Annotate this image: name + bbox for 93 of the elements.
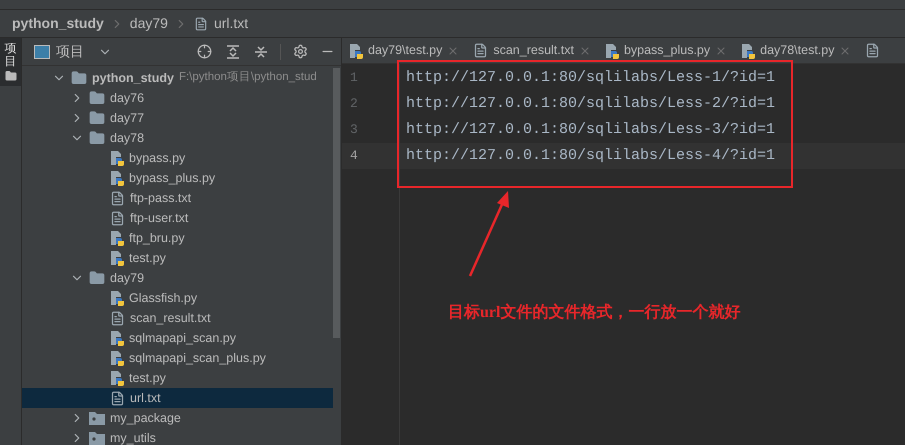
python-file-icon: [110, 370, 124, 386]
tree-item-label: day79: [110, 270, 144, 287]
tree-item[interactable]: ftp_bru.py: [22, 228, 333, 248]
code-line: http://127.0.0.1:80/sqlilabs/Less-1/?id=1: [406, 68, 776, 88]
line-number: 3: [350, 121, 358, 140]
python-file-icon: [110, 170, 124, 186]
breadcrumb-item[interactable]: day79: [130, 13, 168, 34]
tree-item-label: bypass.py: [129, 150, 186, 167]
tree-item-label: ftp_bru.py: [129, 230, 185, 247]
tree-item[interactable]: test.py: [22, 368, 333, 388]
tab-label: scan_result.txt: [493, 42, 574, 60]
tree-item-label: ftp-user.txt: [130, 210, 188, 227]
text-file-icon: [110, 310, 125, 326]
editor-tab[interactable]: scan_result.txt: [466, 38, 598, 63]
code-line: http://127.0.0.1:80/sqlilabs/Less-2/?id=1: [406, 94, 776, 114]
text-file-icon: [110, 390, 125, 406]
tree-item[interactable]: bypass_plus.py: [22, 168, 333, 188]
side-tab[interactable]: 项目: [0, 38, 21, 86]
editor-tab[interactable]: bypass_plus.py: [598, 38, 734, 63]
python-file-icon: [110, 290, 124, 306]
breadcrumb-item[interactable]: url.txt: [214, 13, 248, 34]
python-file-icon: [110, 330, 124, 346]
python-file-icon: [741, 42, 756, 58]
text-file-icon: [865, 43, 880, 58]
line-number: 2: [350, 95, 358, 114]
folder-icon: [89, 270, 105, 286]
tree-item[interactable]: Glassfish.py: [22, 288, 333, 308]
tree-item-label: ftp-pass.txt: [130, 190, 192, 207]
tree-item-label: url.txt: [130, 390, 161, 407]
breadcrumb-item[interactable]: python_study: [12, 13, 104, 34]
text-file-icon: [473, 43, 488, 58]
tree-item-label: python_study: [92, 70, 174, 87]
expand-all-icon[interactable]: [226, 44, 240, 58]
tree-item[interactable]: my_utils: [22, 428, 333, 445]
editor-tab[interactable]: day79\test.py: [342, 38, 466, 63]
text-file-icon: [194, 16, 208, 30]
tree-item[interactable]: day77: [22, 108, 333, 128]
tree-item-label: test.py: [129, 250, 166, 267]
tree-item[interactable]: scan_result.txt: [22, 308, 333, 328]
settings-icon[interactable]: [293, 44, 308, 59]
tree-item-label: my_package: [110, 410, 181, 427]
tree-item[interactable]: sqlmapapi_scan_plus.py: [22, 348, 333, 368]
folder-icon: [4, 70, 16, 82]
tree-item[interactable]: my_package: [22, 408, 333, 428]
tree-item[interactable]: day79: [22, 268, 333, 288]
tree-item-label: my_utils: [110, 430, 156, 445]
folder-icon: [89, 90, 105, 106]
panel-title: 项目: [56, 42, 84, 61]
tree-item[interactable]: bypass.py: [22, 148, 333, 168]
python-file-icon: [110, 230, 124, 246]
text-file-icon: [110, 210, 125, 226]
code-line: http://127.0.0.1:80/sqlilabs/Less-4/?id=1: [406, 146, 776, 166]
python-file-icon: [349, 42, 363, 58]
folder-icon: [89, 110, 105, 126]
tree-item-label: day77: [110, 110, 144, 127]
tab-label: day79\test.py: [368, 42, 442, 60]
tree-item[interactable]: sqlmapapi_scan.py: [22, 328, 333, 348]
side-tab-label: 项目: [4, 42, 16, 68]
tree-item[interactable]: test.py: [22, 248, 333, 268]
tree-item[interactable]: day76: [22, 88, 333, 108]
locate-icon[interactable]: [197, 44, 212, 59]
tree-item[interactable]: ftp-user.txt: [22, 208, 333, 228]
tree-item-label: Glassfish.py: [129, 290, 198, 307]
tree-item-label: sqlmapapi_scan_plus.py: [129, 350, 266, 367]
line-number: 4: [350, 147, 358, 166]
annotation-text: 目标url文件的文件格式，一行放一个就好: [448, 302, 740, 323]
tree-item-label: day78: [110, 130, 144, 147]
tree-item[interactable]: day78: [22, 128, 333, 148]
tree-item-label: test.py: [129, 370, 166, 387]
tree-item-label: bypass_plus.py: [129, 170, 216, 187]
python-file-icon: [604, 42, 619, 58]
package-folder-icon: [89, 411, 105, 425]
line-number: 1: [350, 69, 358, 88]
tab-label: bypass_plus.py: [624, 42, 710, 60]
panel-icon: [34, 44, 50, 58]
tree-item-label: day76: [110, 90, 144, 107]
scrollbar[interactable]: [333, 68, 340, 338]
python-file-icon: [110, 150, 124, 166]
tree-item[interactable]: ftp-pass.txt: [22, 188, 333, 208]
folder-icon: [71, 70, 87, 86]
tree-item[interactable]: python_study F:\python项目\python_stud: [22, 68, 333, 88]
folder-icon: [89, 130, 105, 146]
collapse-all-icon[interactable]: [254, 44, 268, 58]
project-path: F:\python项目\python_stud: [178, 70, 317, 86]
tab-label: day78\test.py: [760, 42, 834, 60]
editor-tab[interactable]: day78\test.py: [734, 38, 858, 63]
tree-item-label: scan_result.txt: [130, 310, 211, 327]
python-file-icon: [110, 250, 124, 266]
text-file-icon: [110, 190, 125, 206]
python-file-icon: [110, 350, 124, 366]
code-line: http://127.0.0.1:80/sqlilabs/Less-3/?id=1: [406, 120, 776, 140]
tree-item[interactable]: url.txt: [22, 388, 333, 408]
tree-item-label: sqlmapapi_scan.py: [129, 330, 236, 347]
